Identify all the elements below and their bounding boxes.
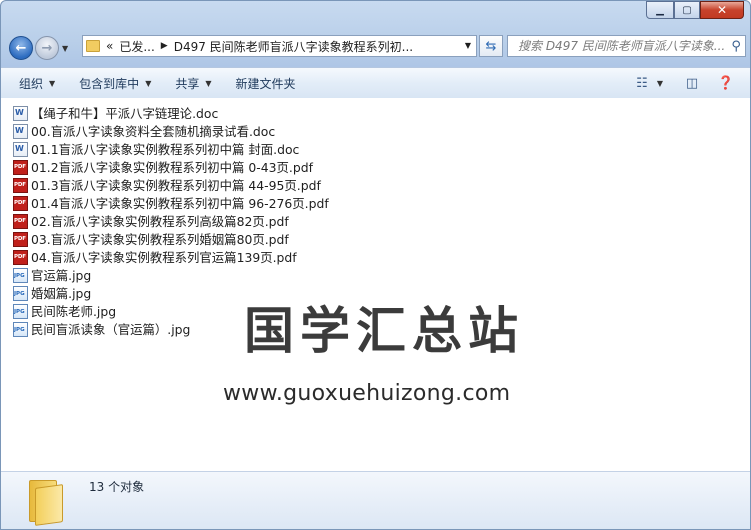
command-bar-right: ☷ ▼ ◫ ❓ (626, 68, 750, 98)
jpg-file-icon (13, 321, 28, 337)
forward-button[interactable]: → (35, 36, 59, 60)
breadcrumb-chevron-icon[interactable]: ▶ (161, 41, 168, 51)
file-name: 01.1盲派八字读象实例教程系列初中篇 封面.doc (31, 142, 300, 157)
file-item[interactable]: 官运篇.jpg (13, 266, 329, 284)
pdf-file-icon (13, 213, 28, 229)
file-item[interactable]: 00.盲派八字读象资料全套随机摘录试看.doc (13, 122, 329, 140)
organize-label: 组织 (19, 76, 44, 91)
preview-pane-icon[interactable]: ◫ (680, 72, 704, 94)
file-name: 民间陈老师.jpg (31, 304, 117, 319)
doc-file-icon (13, 141, 28, 157)
pdf-file-icon (13, 249, 28, 265)
file-item[interactable]: 01.3盲派八字读象实例教程系列初中篇 44-95页.pdf (13, 176, 329, 194)
minimize-button[interactable]: ▁ (646, 1, 674, 19)
file-item[interactable]: 01.2盲派八字读象实例教程系列初中篇 0-43页.pdf (13, 158, 329, 176)
view-dropdown-icon[interactable]: ▼ (654, 72, 666, 94)
file-name: 01.2盲派八字读象实例教程系列初中篇 0-43页.pdf (31, 160, 313, 175)
back-button[interactable]: ← (9, 36, 33, 60)
details-pane: 13 个对象 (1, 471, 750, 529)
file-name: 婚姻篇.jpg (31, 286, 92, 301)
doc-file-icon (13, 123, 28, 139)
folder-icon (86, 40, 100, 52)
share-menu[interactable]: 共享 ▼ (169, 75, 217, 92)
include-in-library-menu[interactable]: 包含到库中 ▼ (73, 75, 157, 92)
new-folder-label: 新建文件夹 (235, 76, 296, 91)
maximize-button[interactable]: ▢ (674, 1, 700, 19)
recent-pages-dropdown-icon[interactable]: ▼ (62, 44, 68, 53)
search-icon[interactable]: ⚲ (727, 39, 745, 54)
jpg-file-icon (13, 303, 28, 319)
pdf-file-icon (13, 159, 28, 175)
address-overflow[interactable]: « (106, 39, 113, 53)
file-name: 【绳子和牛】平派八字链理论.doc (31, 106, 219, 121)
pdf-file-icon (13, 231, 28, 247)
file-item[interactable]: 04.盲派八字读象实例教程系列官运篇139页.pdf (13, 248, 329, 266)
pdf-file-icon (13, 177, 28, 193)
include-in-library-label: 包含到库中 (79, 76, 140, 91)
watermark-url: www.guoxuehuizong.com (223, 381, 511, 406)
file-item[interactable]: 03.盲派八字读象实例教程系列婚姻篇80页.pdf (13, 230, 329, 248)
file-name: 02.盲派八字读象实例教程系列高级篇82页.pdf (31, 214, 289, 229)
file-item[interactable]: 02.盲派八字读象实例教程系列高级篇82页.pdf (13, 212, 329, 230)
jpg-file-icon (13, 267, 28, 283)
explorer-window: ▁ ▢ ✕ ← → ▼ « 已发... ▶ D497 民间陈老师盲派八字读象教程… (0, 0, 751, 530)
refresh-button[interactable]: ⇆ (479, 35, 503, 57)
new-folder-button[interactable]: 新建文件夹 (230, 75, 302, 92)
chevron-down-icon: ▼ (205, 78, 212, 88)
doc-file-icon (13, 105, 28, 121)
file-name: 官运篇.jpg (31, 268, 92, 283)
caption-buttons: ▁ ▢ ✕ (646, 1, 744, 19)
breadcrumb-current[interactable]: D497 民间陈老师盲派八字读象教程系列初... (174, 38, 413, 55)
file-item[interactable]: 【绳子和牛】平派八字链理论.doc (13, 104, 329, 122)
address-dropdown-icon[interactable]: ▼ (465, 41, 471, 50)
folder-icon (25, 478, 63, 526)
file-name: 03.盲派八字读象实例教程系列婚姻篇80页.pdf (31, 232, 289, 247)
navigation-bar: ← → ▼ « 已发... ▶ D497 民间陈老师盲派八字读象教程系列初...… (9, 34, 746, 62)
chevron-down-icon: ▼ (49, 78, 56, 88)
pdf-file-icon (13, 195, 28, 211)
watermark-text: 国学汇总站 (244, 302, 524, 360)
file-item[interactable]: 01.1盲派八字读象实例教程系列初中篇 封面.doc (13, 140, 329, 158)
breadcrumb-parent[interactable]: 已发... (119, 38, 154, 55)
search-box[interactable]: ⚲ (507, 35, 746, 57)
file-name: 民间盲派读象（官运篇）.jpg (31, 322, 191, 337)
item-count: 13 个对象 (89, 480, 145, 494)
file-name: 01.4盲派八字读象实例教程系列初中篇 96-276页.pdf (31, 196, 329, 211)
organize-menu[interactable]: 组织 ▼ (13, 75, 61, 92)
view-options-icon[interactable]: ☷ (630, 72, 654, 94)
file-item[interactable]: 婚姻篇.jpg (13, 284, 329, 302)
search-input[interactable] (508, 38, 728, 54)
help-icon[interactable]: ❓ (714, 72, 738, 94)
file-name: 00.盲派八字读象资料全套随机摘录试看.doc (31, 124, 276, 139)
refresh-icon: ⇆ (485, 38, 497, 54)
command-bar: 组织 ▼ 包含到库中 ▼ 共享 ▼ 新建文件夹 ☷ ▼ ◫ ❓ (1, 67, 750, 99)
jpg-file-icon (13, 285, 28, 301)
file-item[interactable]: 01.4盲派八字读象实例教程系列初中篇 96-276页.pdf (13, 194, 329, 212)
close-button[interactable]: ✕ (700, 1, 744, 19)
chevron-down-icon: ▼ (145, 78, 152, 88)
file-list-pane: 【绳子和牛】平派八字链理论.doc 00.盲派八字读象资料全套随机摘录试看.doc… (1, 98, 750, 471)
share-label: 共享 (175, 76, 200, 91)
file-name: 01.3盲派八字读象实例教程系列初中篇 44-95页.pdf (31, 178, 321, 193)
address-bar[interactable]: « 已发... ▶ D497 民间陈老师盲派八字读象教程系列初... ▼ (82, 35, 477, 57)
file-name: 04.盲派八字读象实例教程系列官运篇139页.pdf (31, 250, 297, 265)
